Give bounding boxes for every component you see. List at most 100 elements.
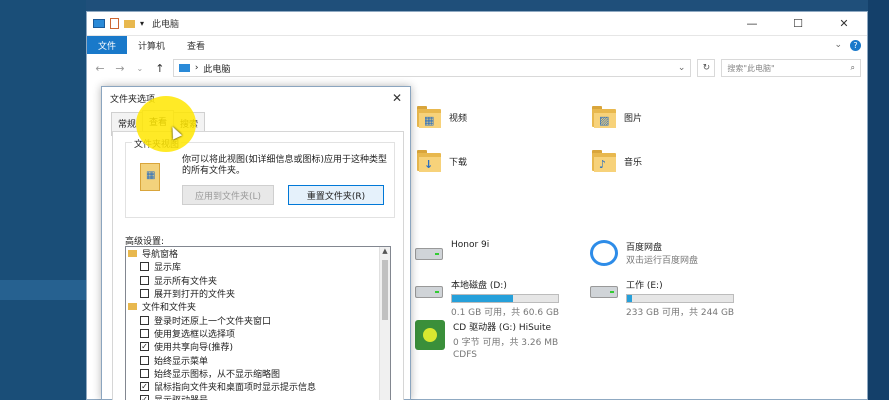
drive-free-space: 0.1 GB 可用，共 60.6 GB xyxy=(451,308,560,318)
drive-name: 本地磁盘 (D:) xyxy=(451,281,507,291)
tree-item-label: 显示驱动器号 xyxy=(154,393,208,400)
tree-checkbox-item[interactable]: 显示所有文件夹 xyxy=(126,274,390,287)
chevron-down-icon[interactable]: ⌄ xyxy=(678,63,686,73)
tree-group[interactable]: 导航窗格 xyxy=(126,247,390,260)
drive-usage-bar xyxy=(626,294,734,303)
tree-checkbox-item[interactable]: 始终显示图标，从不显示缩略图 xyxy=(126,367,390,380)
tree-group[interactable]: 文件和文件夹 xyxy=(126,300,390,313)
tree-checkbox-item[interactable]: ✓ 鼠标指向文件夹和桌面项时显示提示信息 xyxy=(126,380,390,393)
tab-computer[interactable]: 计算机 xyxy=(127,36,176,54)
close-button[interactable]: ✕ xyxy=(821,17,867,30)
search-input[interactable]: 搜索"此电脑" ⌕ xyxy=(721,59,861,77)
tree-item-label: 始终显示菜单 xyxy=(154,356,209,367)
drive-filesystem: CDFS xyxy=(453,350,477,360)
tree-item-label: 鼠标指向文件夹和桌面项时显示提示信息 xyxy=(154,383,317,394)
tree-item-label: 使用复选框以选择项 xyxy=(154,329,236,340)
ribbon-controls: ⌄ ? xyxy=(834,36,867,54)
tree-checkbox-item[interactable]: ✓ 使用共享向导(推荐) xyxy=(126,340,390,353)
video-folder-icon: ▦ xyxy=(417,106,441,128)
window-title: 此电脑 xyxy=(152,20,180,30)
properties-icon[interactable] xyxy=(110,18,119,29)
scrollbar-thumb[interactable] xyxy=(382,260,388,320)
tab-file[interactable]: 文件 xyxy=(87,36,128,54)
hard-drive-icon xyxy=(590,278,618,302)
cd-drive-icon xyxy=(415,320,445,350)
drive-usage-bar xyxy=(451,294,559,303)
window-controls: — ☐ ✕ xyxy=(729,17,867,30)
title-bar: ▾ 此电脑 — ☐ ✕ xyxy=(87,12,867,36)
device-name: Honor 9i xyxy=(451,240,490,250)
tree-checkbox-item[interactable]: 使用复选框以选择项 xyxy=(126,327,390,340)
baidu-cloud-icon xyxy=(590,240,618,266)
folder-icon xyxy=(128,303,137,311)
advanced-settings-tree[interactable]: 导航窗格 显示库显示所有文件夹 展开到打开的文件夹文件和文件夹 登录时还原上一个文件夹… xyxy=(125,246,391,400)
drive-e[interactable]: 工作 (E:) 233 GB 可用，共 244 GB xyxy=(590,278,734,318)
folder-label: 下载 xyxy=(449,157,468,168)
tree-item-label: 导航窗格 xyxy=(142,250,179,261)
desktop-background-left xyxy=(0,0,86,400)
device-name: 百度网盘 xyxy=(626,243,663,253)
tree-item-label: 使用共享向导(推荐) xyxy=(154,343,234,354)
desktop-background-right xyxy=(868,0,889,400)
device-sub: 双击运行百度网盘 xyxy=(626,256,699,266)
minimize-button[interactable]: — xyxy=(729,17,775,30)
tree-item-label: 始终显示图标，从不显示缩略图 xyxy=(154,369,281,380)
checkbox-checked[interactable]: ✓ xyxy=(140,382,149,392)
checkbox-unchecked[interactable] xyxy=(140,262,149,272)
reset-folders-button[interactable]: 重置文件夹(R) xyxy=(288,185,384,205)
checkbox-unchecked[interactable] xyxy=(140,368,149,378)
new-folder-icon[interactable] xyxy=(124,19,135,28)
tree-item-label: 显示所有文件夹 xyxy=(154,276,218,287)
scroll-up-icon[interactable]: ▲ xyxy=(380,247,390,258)
apply-to-folders-button[interactable]: 应用到文件夹(L) xyxy=(182,185,274,205)
folder-music[interactable]: ♪ 音乐 xyxy=(592,150,642,172)
help-icon[interactable]: ? xyxy=(850,39,861,51)
address-bar[interactable]: › 此电脑 ⌄ xyxy=(172,59,692,77)
tree-checkbox-item[interactable]: 显示库 xyxy=(126,260,390,273)
checkbox-checked[interactable]: ✓ xyxy=(140,342,149,352)
folder-view-description: 你可以将此视图(如详细信息或图标)应用于这种类型的所有文件夹。 xyxy=(182,155,388,176)
tab-view[interactable]: 查看 xyxy=(176,36,216,54)
search-icon: ⌕ xyxy=(850,63,855,72)
refresh-button[interactable]: ↻ xyxy=(697,59,716,77)
tree-checkbox-item[interactable]: 登录时还原上一个文件夹窗口 xyxy=(126,313,390,327)
back-arrow-icon[interactable]: ← xyxy=(93,62,107,75)
drive-name: CD 驱动器 (G:) HiSuite xyxy=(453,323,552,333)
checkbox-unchecked[interactable] xyxy=(140,289,149,299)
refresh-icon: ↻ xyxy=(702,63,711,73)
folder-downloads[interactable]: ↓ 下载 xyxy=(417,150,467,172)
phone-drive-icon xyxy=(415,240,443,264)
tree-scrollbar[interactable]: ▲ xyxy=(379,247,390,400)
recent-chevron-icon[interactable]: ⌄ xyxy=(133,64,147,73)
checkbox-unchecked[interactable] xyxy=(140,355,149,365)
folder-videos[interactable]: ▦ 视频 xyxy=(417,106,467,128)
checkbox-unchecked[interactable] xyxy=(140,328,149,338)
computer-icon xyxy=(93,19,105,28)
folder-view-icon xyxy=(140,163,160,191)
view-tab-panel: 文件夹视图 你可以将此视图(如详细信息或图标)应用于这种类型的所有文件夹。 应用… xyxy=(112,131,404,400)
tree-item-label: 文件和文件夹 xyxy=(142,303,197,314)
folder-label: 图片 xyxy=(624,113,643,124)
checkbox-unchecked[interactable] xyxy=(140,275,149,285)
up-arrow-icon[interactable]: ↑ xyxy=(153,62,167,75)
breadcrumb-this-pc[interactable]: 此电脑 xyxy=(203,62,230,75)
picture-folder-icon: ▨ xyxy=(592,106,616,128)
maximize-button[interactable]: ☐ xyxy=(775,17,821,30)
drive-free-space: 0 字节 可用，共 3.26 MB xyxy=(453,338,559,348)
drive-d[interactable]: 本地磁盘 (D:) 0.1 GB 可用，共 60.6 GB xyxy=(415,278,559,318)
chevron-down-icon[interactable]: ▾ xyxy=(140,19,144,28)
checkbox-checked[interactable]: ✓ xyxy=(140,395,149,400)
folder-icon xyxy=(128,250,137,258)
tree-checkbox-item[interactable]: 始终显示菜单 xyxy=(126,353,390,367)
tree-checkbox-item[interactable]: ✓ 显示驱动器号 xyxy=(126,393,390,400)
tree-checkbox-item[interactable]: 展开到打开的文件夹 xyxy=(126,287,390,300)
device-baidu[interactable]: 百度网盘 双击运行百度网盘 xyxy=(590,240,698,266)
checkbox-unchecked[interactable] xyxy=(140,315,149,325)
dialog-close-button[interactable]: ✕ xyxy=(392,91,402,105)
expand-ribbon-icon[interactable]: ⌄ xyxy=(834,40,842,50)
hard-drive-icon xyxy=(415,278,443,302)
forward-arrow-icon[interactable]: → xyxy=(113,62,127,75)
folder-pictures[interactable]: ▨ 图片 xyxy=(592,106,642,128)
cd-drive-g[interactable]: CD 驱动器 (G:) HiSuite 0 字节 可用，共 3.26 MB CD… xyxy=(415,320,558,360)
device-honor[interactable]: Honor 9i xyxy=(415,240,489,264)
